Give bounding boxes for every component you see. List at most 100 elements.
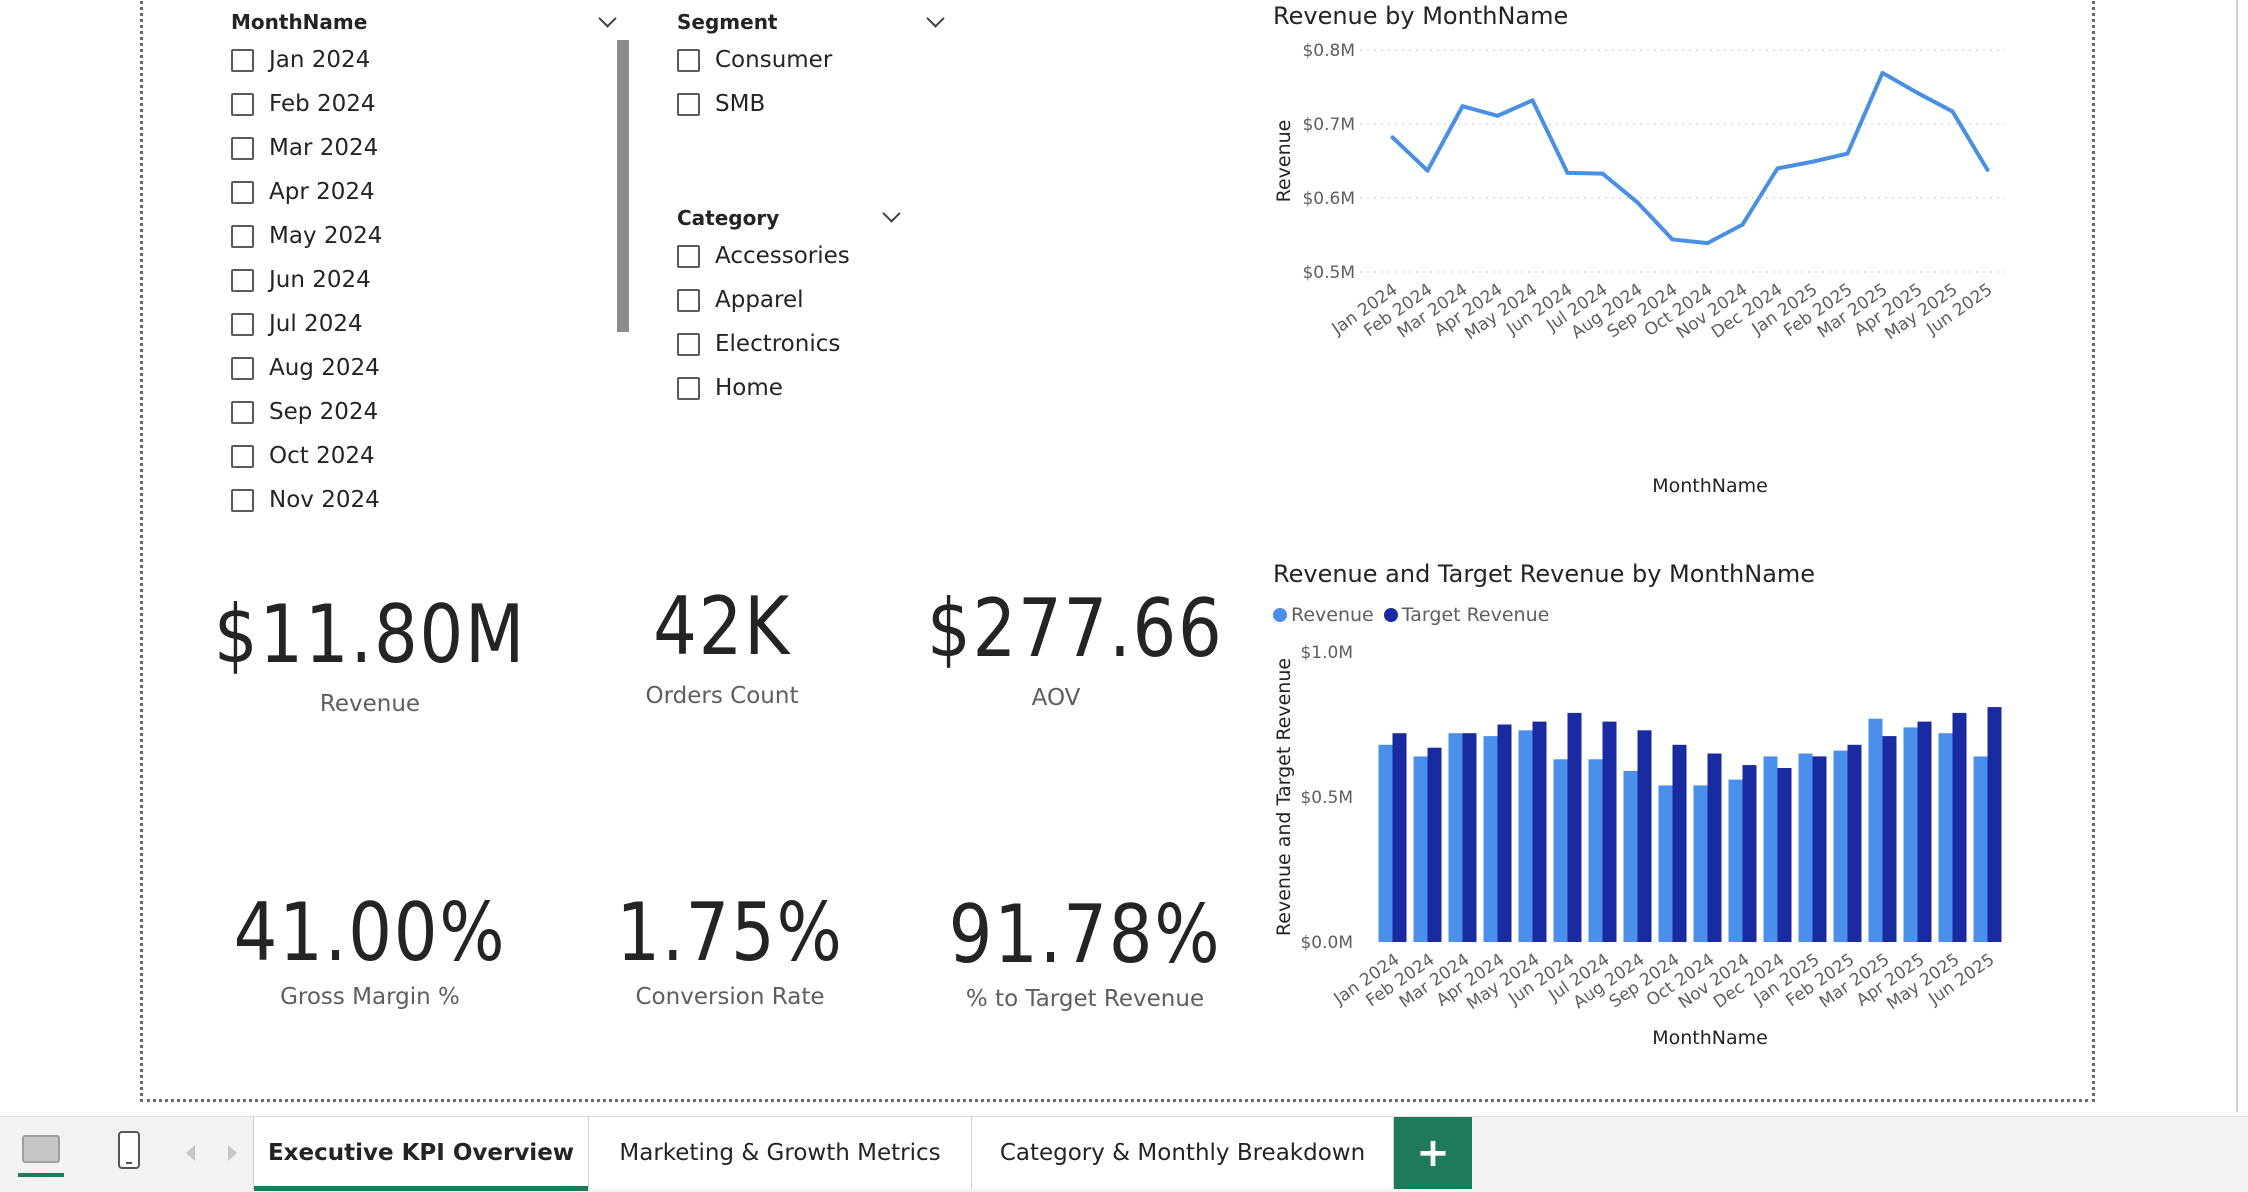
target-revenue-bar[interactable]: [1602, 721, 1617, 942]
checkbox[interactable]: [677, 376, 700, 400]
legend-item-revenue[interactable]: Revenue: [1273, 604, 1374, 626]
checkbox[interactable]: [231, 92, 254, 116]
checkbox[interactable]: [231, 312, 254, 336]
month-slicer-item[interactable]: Aug 2024: [231, 353, 380, 383]
line-point[interactable]: [1565, 170, 1570, 175]
target-revenue-bar[interactable]: [1952, 712, 1967, 942]
target-revenue-bar[interactable]: [1987, 707, 2002, 942]
target-revenue-bar[interactable]: [1427, 747, 1442, 942]
revenue-bar[interactable]: [1798, 753, 1813, 943]
checkbox[interactable]: [677, 244, 700, 268]
tab-marketing-growth-metrics[interactable]: Marketing & Growth Metrics: [589, 1117, 972, 1189]
target-revenue-bar[interactable]: [1917, 721, 1932, 942]
month-slicer-item[interactable]: Oct 2024: [231, 441, 375, 471]
checkbox[interactable]: [231, 268, 254, 292]
checkbox[interactable]: [677, 288, 700, 312]
segment-slicer-item[interactable]: Consumer: [677, 45, 832, 75]
revenue-target-bar-chart[interactable]: $1.0M$0.5M$0.0MJan 2024Feb 2024Mar 2024A…: [1260, 630, 2020, 1060]
revenue-bar[interactable]: [1973, 756, 1988, 942]
revenue-line-chart[interactable]: $0.8M$0.7M$0.6M$0.5MJan 2024Feb 2024Mar …: [1260, 30, 2020, 500]
category-slicer-item[interactable]: Home: [677, 373, 783, 403]
target-revenue-bar[interactable]: [1497, 724, 1512, 943]
checkbox[interactable]: [231, 180, 254, 204]
checkbox[interactable]: [231, 224, 254, 248]
month-slicer-item[interactable]: Jul 2024: [231, 309, 363, 339]
checkbox[interactable]: [231, 400, 254, 424]
category-slicer-item[interactable]: Accessories: [677, 241, 850, 271]
target-revenue-bar[interactable]: [1707, 753, 1722, 943]
revenue-bar[interactable]: [1763, 756, 1778, 942]
revenue-bar[interactable]: [1938, 733, 1953, 942]
target-revenue-bar[interactable]: [1882, 736, 1897, 942]
category-slicer-item[interactable]: Apparel: [677, 285, 804, 315]
revenue-bar[interactable]: [1553, 759, 1568, 942]
line-point[interactable]: [1495, 113, 1500, 118]
target-revenue-bar[interactable]: [1637, 730, 1652, 942]
month-slicer-item[interactable]: Feb 2024: [231, 89, 376, 119]
revenue-series-line[interactable]: [1391, 70, 1990, 246]
checkbox[interactable]: [231, 488, 254, 512]
tab-category-monthly-breakdown[interactable]: Category & Monthly Breakdown: [972, 1117, 1394, 1189]
checkbox[interactable]: [677, 48, 700, 72]
line-point[interactable]: [1705, 241, 1710, 246]
month-slicer-item[interactable]: Jun 2024: [231, 265, 371, 295]
add-page-button[interactable]: +: [1394, 1117, 1472, 1189]
target-revenue-bar[interactable]: [1672, 744, 1687, 942]
line-point[interactable]: [1845, 151, 1850, 156]
line-point[interactable]: [1670, 237, 1675, 242]
line-point[interactable]: [1880, 70, 1885, 75]
category-slicer-item[interactable]: Electronics: [677, 329, 840, 359]
revenue-bar[interactable]: [1658, 785, 1673, 942]
revenue-bar[interactable]: [1378, 744, 1393, 942]
revenue-bar[interactable]: [1483, 736, 1498, 942]
segment-slicer-item[interactable]: SMB: [677, 89, 765, 119]
revenue-bar[interactable]: [1868, 718, 1883, 942]
revenue-bar[interactable]: [1413, 756, 1428, 942]
target-revenue-bar[interactable]: [1462, 733, 1477, 942]
next-page-icon[interactable]: [228, 1145, 237, 1161]
target-revenue-bar[interactable]: [1392, 733, 1407, 942]
target-revenue-bar[interactable]: [1742, 765, 1757, 942]
legend-item-target[interactable]: Target Revenue: [1383, 604, 1549, 626]
month-slicer-item[interactable]: Nov 2024: [231, 485, 380, 515]
desktop-layout-icon[interactable]: [22, 1135, 60, 1163]
target-revenue-bar[interactable]: [1847, 744, 1862, 942]
month-slicer-item[interactable]: Apr 2024: [231, 177, 375, 207]
month-slicer-scrollbar[interactable]: [617, 40, 629, 332]
revenue-bar[interactable]: [1518, 730, 1533, 942]
target-revenue-bar[interactable]: [1567, 712, 1582, 942]
checkbox[interactable]: [677, 92, 700, 116]
prev-page-icon[interactable]: [186, 1145, 195, 1161]
line-point[interactable]: [1915, 90, 1920, 95]
tab-executive-kpi-overview[interactable]: Executive KPI Overview: [253, 1117, 589, 1191]
revenue-bar[interactable]: [1693, 785, 1708, 942]
month-slicer-item[interactable]: Jan 2024: [231, 45, 370, 75]
revenue-bar[interactable]: [1448, 733, 1463, 942]
checkbox[interactable]: [677, 332, 700, 356]
line-point[interactable]: [1390, 135, 1395, 140]
revenue-bar[interactable]: [1903, 727, 1918, 942]
target-revenue-bar[interactable]: [1777, 768, 1792, 942]
target-revenue-bar[interactable]: [1532, 721, 1547, 942]
revenue-bar[interactable]: [1588, 759, 1603, 942]
month-slicer-item[interactable]: May 2024: [231, 221, 382, 251]
checkbox[interactable]: [231, 48, 254, 72]
line-point[interactable]: [1425, 168, 1430, 173]
line-point[interactable]: [1810, 159, 1815, 164]
line-point[interactable]: [1635, 200, 1640, 205]
mobile-layout-icon[interactable]: [118, 1131, 140, 1169]
checkbox[interactable]: [231, 356, 254, 380]
revenue-bar[interactable]: [1728, 779, 1743, 942]
line-point[interactable]: [1600, 171, 1605, 176]
line-point[interactable]: [1985, 167, 1990, 172]
line-point[interactable]: [1775, 166, 1780, 171]
checkbox[interactable]: [231, 444, 254, 468]
month-slicer-item[interactable]: Sep 2024: [231, 397, 378, 427]
target-revenue-bar[interactable]: [1812, 756, 1827, 942]
revenue-bar[interactable]: [1623, 770, 1638, 942]
revenue-bar[interactable]: [1833, 750, 1848, 942]
line-point[interactable]: [1950, 109, 1955, 114]
checkbox[interactable]: [231, 136, 254, 160]
line-point[interactable]: [1740, 222, 1745, 227]
line-point[interactable]: [1460, 104, 1465, 109]
